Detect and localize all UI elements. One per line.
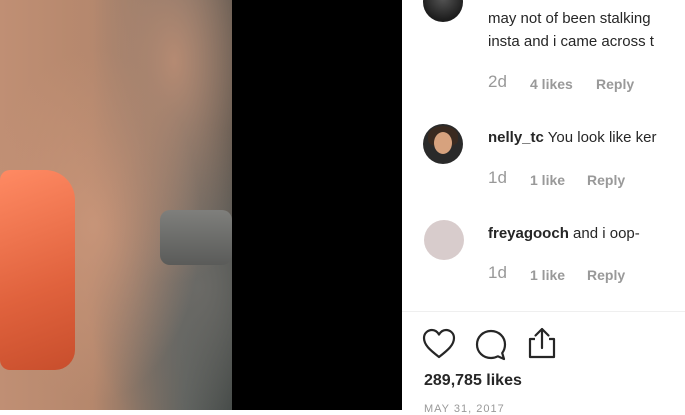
comment-username[interactable]: nelly_tc	[488, 129, 544, 146]
comment-time[interactable]: 2d	[488, 72, 507, 92]
comment-username[interactable]: freyagooch	[488, 225, 569, 242]
post-photo[interactable]	[0, 0, 232, 410]
comment-time[interactable]: 1d	[488, 168, 507, 188]
post-likes-count[interactable]: 289,785 likes	[424, 372, 522, 390]
comment: nelly_tc You look like ker	[488, 126, 656, 149]
comment-likes-count[interactable]: 1 like	[530, 172, 565, 188]
comment-likes-count[interactable]: 1 like	[530, 267, 565, 283]
comment-text-line: insta and i came across t	[488, 33, 654, 50]
comment-text: You look like ker	[547, 129, 657, 146]
post-date: MAY 31, 2017	[424, 403, 505, 415]
share-icon[interactable]	[526, 326, 558, 360]
heart-icon[interactable]	[422, 328, 456, 360]
reply-button[interactable]: Reply	[596, 76, 634, 92]
speech-bubble-icon[interactable]	[474, 328, 508, 362]
photo-background-object	[160, 210, 232, 265]
comment: freyagooch and i oop-	[488, 222, 640, 245]
comment-text: and i oop-	[573, 225, 640, 242]
reply-button[interactable]: Reply	[587, 172, 625, 188]
comment-time[interactable]: 1d	[488, 263, 507, 283]
reply-button[interactable]: Reply	[587, 267, 625, 283]
comment-likes-count[interactable]: 4 likes	[530, 76, 573, 92]
photo-cloth	[0, 170, 75, 370]
commenter-avatar[interactable]	[423, 124, 463, 164]
comment-text-line: may not of been stalking	[488, 10, 651, 27]
commenter-avatar[interactable]	[424, 220, 464, 260]
section-divider	[402, 311, 685, 312]
media-letterbox	[232, 0, 402, 410]
